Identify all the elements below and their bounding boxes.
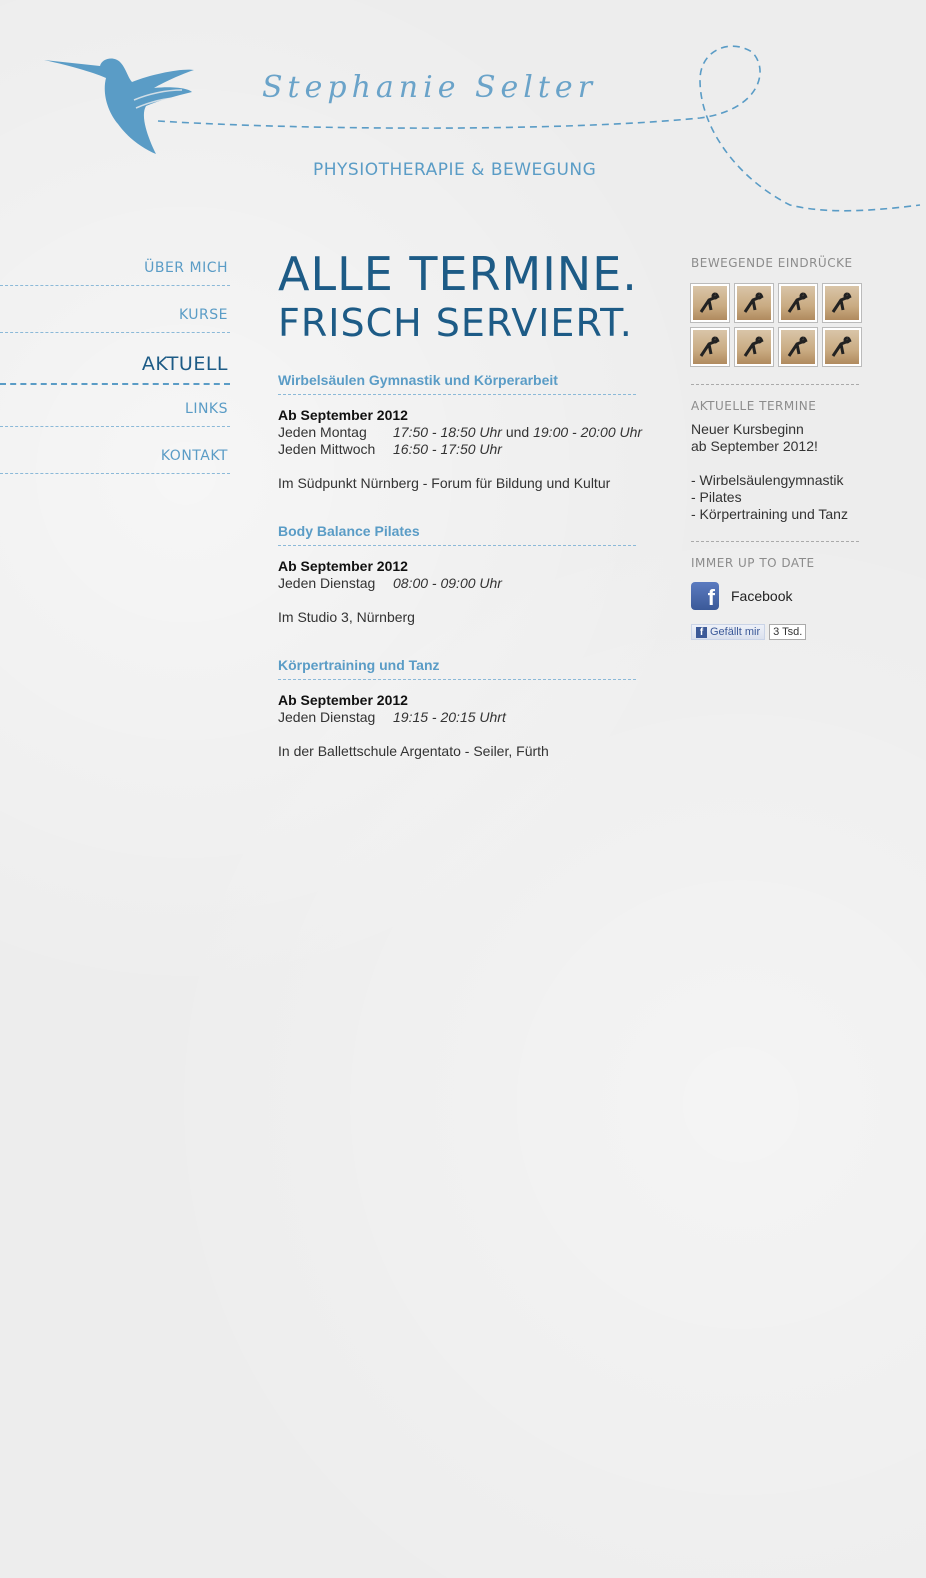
termine-list-item: - Wirbelsäulengymnastik [691,472,844,488]
course-start: Ab September 2012 [278,692,408,709]
facebook-label[interactable]: Facebook [731,588,792,604]
course-title: Körpertraining und Tanz [278,657,636,681]
nav-item-kurse[interactable]: KURSE [0,299,230,333]
termine-list-item: - Körpertraining und Tanz [691,506,848,522]
course-day: Jeden Dienstag [278,709,376,726]
course-entry: Body Balance Pilates Ab September 2012 J… [278,523,648,626]
facebook-icon[interactable]: f [691,582,719,610]
nav-item-kontakt[interactable]: KONTAKT [0,440,230,474]
course-day: Jeden Montag [278,424,367,441]
facebook-link[interactable]: f Facebook [691,582,861,610]
course-title: Body Balance Pilates [278,523,636,547]
course-time: 19:15 - 20:15 Uhrt [393,709,506,726]
gallery-thumbnail[interactable] [778,283,818,323]
sidebar-divider [691,384,859,385]
main-nav: ÜBER MICH KURSE AKTUELL LINKS KONTAKT [0,252,230,487]
nav-item-ueber-mich[interactable]: ÜBER MICH [0,252,230,286]
site-signature: Stephanie Selter [262,70,598,105]
page-title: ALLE TERMINE. FRISCH SERVIERT. [278,250,648,344]
course-schedule-row: Jeden Dienstag 08:00 - 09:00 Uhr [278,575,648,592]
course-schedule-row: Jeden Mittwoch 16:50 - 17:50 Uhr [278,441,648,458]
gallery-thumbnail[interactable] [690,283,730,323]
facebook-like-widget: f Gefällt mir 3 Tsd. [691,624,861,640]
termine-line: Neuer Kursbeginn [691,421,804,437]
course-schedule-row: Jeden Montag 17:50 - 18:50 Uhr und 19:00 … [278,424,648,441]
course-entry: Körpertraining und Tanz Ab September 201… [278,657,648,760]
gallery-thumbnail[interactable] [734,283,774,323]
uptodate-heading: IMMER UP TO DATE [691,556,815,570]
course-day: Jeden Mittwoch [278,441,376,458]
like-button-label: Gefällt mir [710,626,761,638]
facebook-small-icon: f [696,626,707,638]
course-start: Ab September 2012 [278,558,408,575]
course-location: Im Südpunkt Nürnberg - Forum für Bildung… [278,475,611,492]
page-title-line-1: ALLE TERMINE. [278,247,638,301]
photo-gallery [690,283,862,367]
course-time: 16:50 - 17:50 Uhr [393,441,502,458]
impressions-heading: BEWEGENDE EINDRÜCKE [691,256,853,270]
course-body: Ab September 2012 Jeden Dienstag 19:15 - … [278,692,648,760]
termine-text: Neuer Kursbeginn ab September 2012! - Wi… [691,421,861,523]
course-body: Ab September 2012 Jeden Montag 17:50 - 18… [278,407,648,492]
sidebar-divider [691,541,859,542]
like-button[interactable]: f Gefällt mir [691,624,766,640]
gallery-thumbnail[interactable] [690,327,730,367]
course-start: Ab September 2012 [278,407,408,424]
course-location: In der Ballettschule Argentato - Seiler,… [278,743,549,760]
nav-item-links[interactable]: LINKS [0,393,230,427]
course-time: 19:00 - 20:00 Uhr [533,424,643,441]
course-time: 08:00 - 09:00 Uhr [393,575,502,592]
gallery-thumbnail[interactable] [778,327,818,367]
sidebar: BEWEGENDE EINDRÜCKE AKTUELLE TERMINE Neu… [690,256,862,640]
course-location: Im Studio 3, Nürnberg [278,609,415,626]
course-body: Ab September 2012 Jeden Dienstag 08:00 - … [278,558,648,626]
course-time-connector: und [501,424,534,441]
termine-heading: AKTUELLE TERMINE [691,399,817,413]
nav-item-aktuell[interactable]: AKTUELL [0,346,230,385]
site-tagline: PHYSIOTHERAPIE & BEWEGUNG [313,160,597,180]
page-background [0,0,926,1578]
course-time: 17:50 - 18:50 Uhr [393,424,502,441]
hummingbird-logo-icon [44,58,194,154]
like-count: 3 Tsd. [769,624,807,640]
termine-list-item: - Pilates [691,489,742,505]
termine-line: ab September 2012! [691,438,818,454]
course-day: Jeden Dienstag [278,575,376,592]
main-content: ALLE TERMINE. FRISCH SERVIERT. Wirbelsäu… [278,250,648,760]
gallery-thumbnail[interactable] [822,327,862,367]
course-schedule-row: Jeden Dienstag 19:15 - 20:15 Uhrt [278,709,648,726]
gallery-thumbnail[interactable] [822,283,862,323]
course-title: Wirbelsäulen Gymnastik und Körperarbeit [278,372,636,396]
gallery-thumbnail[interactable] [734,327,774,367]
page-title-line-2: FRISCH SERVIERT. [278,301,633,346]
course-entry: Wirbelsäulen Gymnastik und Körperarbeit … [278,372,648,492]
